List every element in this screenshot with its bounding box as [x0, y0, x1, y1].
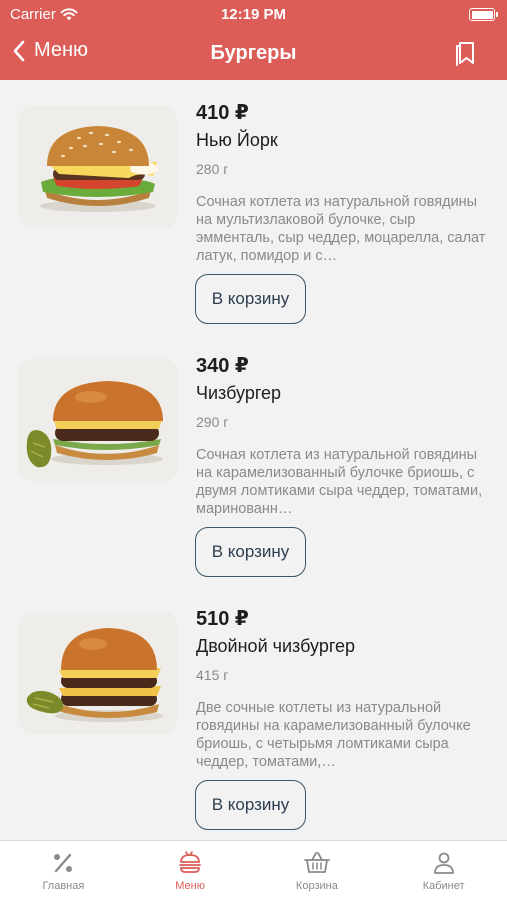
user-icon: [433, 852, 454, 874]
bookmark-icon: [456, 42, 474, 66]
product-price: 340 ₽: [196, 355, 249, 377]
product-name: Нью Йорк: [196, 130, 278, 150]
product-description: Две сочные котлеты из натуральной говяди…: [196, 700, 471, 770]
battery-level: [471, 10, 493, 19]
app-header: Carrier 12:19 PM Меню Бургеры: [0, 0, 507, 80]
product-name: Чизбургер: [196, 383, 282, 403]
add-to-cart-button[interactable]: В корзину: [195, 527, 306, 577]
product-weight: 290 г: [196, 414, 229, 430]
tab-cart[interactable]: Корзина: [254, 841, 381, 900]
product-description: Сочная котлета из натуральной говядины н…: [196, 447, 483, 517]
tab-cart-label: Корзина: [295, 880, 338, 892]
product-image: [19, 106, 177, 228]
product-description: Сочная котлета из натуральной говядины н…: [196, 194, 486, 264]
tab-home[interactable]: Главная: [0, 841, 127, 900]
product-image: [19, 359, 177, 481]
product-image: [19, 612, 177, 734]
tab-menu-label: Меню: [175, 880, 205, 892]
burger-menu-icon: [179, 851, 202, 873]
product-card[interactable]: 510 ₽ Двойной чизбургер 415 г Две сочные…: [0, 586, 507, 839]
tab-account[interactable]: Кабинет: [380, 841, 507, 900]
product-card[interactable]: 340 ₽ Чизбургер 290 г Сочная котлета из …: [0, 333, 507, 586]
tab-bar: Главная Меню Корзина Кабинет: [0, 840, 507, 900]
status-bar: Carrier 12:19 PM: [0, 0, 507, 28]
tab-menu[interactable]: Меню: [127, 841, 254, 900]
bookmark-button[interactable]: [455, 40, 477, 71]
product-card[interactable]: 410 ₽ Нью Йорк 280 г Сочная котлета из н…: [0, 80, 507, 333]
product-price: 510 ₽: [196, 608, 249, 630]
tab-account-label: Кабинет: [422, 880, 465, 892]
add-to-cart-button[interactable]: В корзину: [195, 274, 306, 324]
percent-icon: [54, 853, 73, 873]
navigation-bar: Меню Бургеры: [0, 28, 507, 80]
battery-icon: [469, 8, 498, 21]
product-weight: 415 г: [196, 667, 229, 683]
status-time: 12:19 PM: [220, 6, 287, 23]
product-weight: 280 г: [196, 161, 229, 177]
product-name: Двойной чизбургер: [196, 636, 356, 656]
add-to-cart-button[interactable]: В корзину: [195, 780, 306, 830]
basket-icon: [303, 852, 330, 873]
product-price: 410 ₽: [196, 102, 249, 124]
page-title: Бургеры: [210, 42, 297, 64]
tab-home-label: Главная: [42, 880, 85, 892]
